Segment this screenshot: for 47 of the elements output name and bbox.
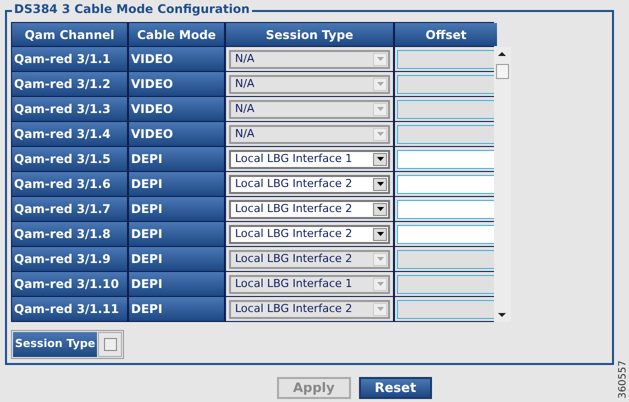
offset-field[interactable] [397, 200, 495, 218]
mode-cell: DEPI [129, 222, 224, 246]
mode-cell: DEPI [129, 272, 224, 296]
column-header: Qam Channel [12, 23, 127, 46]
offset-field[interactable] [397, 174, 495, 194]
mode-cell: VIDEO [129, 122, 224, 146]
channel-cell: Qam-red 3/1.10 [12, 272, 127, 296]
scroll-thumb[interactable] [496, 64, 509, 79]
mode-cell: DEPI [129, 197, 224, 221]
caret-icon[interactable] [373, 178, 387, 190]
channel-cell: Qam-red 3/1.2 [12, 72, 127, 96]
mode-cell: VIDEO [129, 47, 224, 71]
session-type-dropdown[interactable]: Local LBG Interface 2 [229, 174, 390, 194]
caret-icon[interactable] [373, 228, 387, 240]
channel-cell: Qam-red 3/1.5 [12, 147, 127, 171]
scrollbar[interactable] [494, 47, 511, 322]
mode-cell: DEPI [129, 172, 224, 196]
mode-cell: DEPI [129, 297, 224, 321]
offset-field[interactable] [397, 224, 495, 244]
checkbox[interactable] [104, 338, 117, 351]
scroll-up-icon[interactable] [498, 51, 506, 57]
mode-cell: DEPI [129, 247, 224, 271]
session-type-label: Session Type [13, 332, 98, 357]
panel-title: DS384 3 Cable Mode Configuration [12, 1, 252, 17]
channel-cell: Qam-red 3/1.7 [12, 197, 127, 221]
figure-id: 360557 [616, 360, 629, 399]
column-header: Cable Mode [129, 23, 224, 46]
session-type-dropdown[interactable]: Local LBG Interface 2 [229, 200, 390, 218]
channel-cell: Qam-red 3/1.9 [12, 247, 127, 271]
channel-cell: Qam-red 3/1.11 [12, 297, 127, 321]
caret-icon[interactable] [373, 152, 387, 166]
channel-cell: Qam-red 3/1.3 [12, 97, 127, 121]
channel-cell: Qam-red 3/1.6 [12, 172, 127, 196]
scroll-down-icon[interactable] [498, 312, 506, 318]
offset-field[interactable] [397, 150, 495, 168]
action-button[interactable]: Reset [358, 377, 432, 399]
column-header: Session Type [226, 23, 393, 46]
column-header: Offset [395, 23, 497, 46]
mode-cell: VIDEO [129, 72, 224, 96]
session-type-dropdown[interactable]: Local LBG Interface 1 [229, 150, 390, 168]
caret-icon[interactable] [373, 202, 387, 216]
mode-cell: VIDEO [129, 97, 224, 121]
mode-cell: DEPI [129, 147, 224, 171]
channel-cell: Qam-red 3/1.4 [12, 122, 127, 146]
session-type-dropdown[interactable]: Local LBG Interface 2 [229, 224, 390, 244]
channel-cell: Qam-red 3/1.8 [12, 222, 127, 246]
channel-cell: Qam-red 3/1.1 [12, 47, 127, 71]
